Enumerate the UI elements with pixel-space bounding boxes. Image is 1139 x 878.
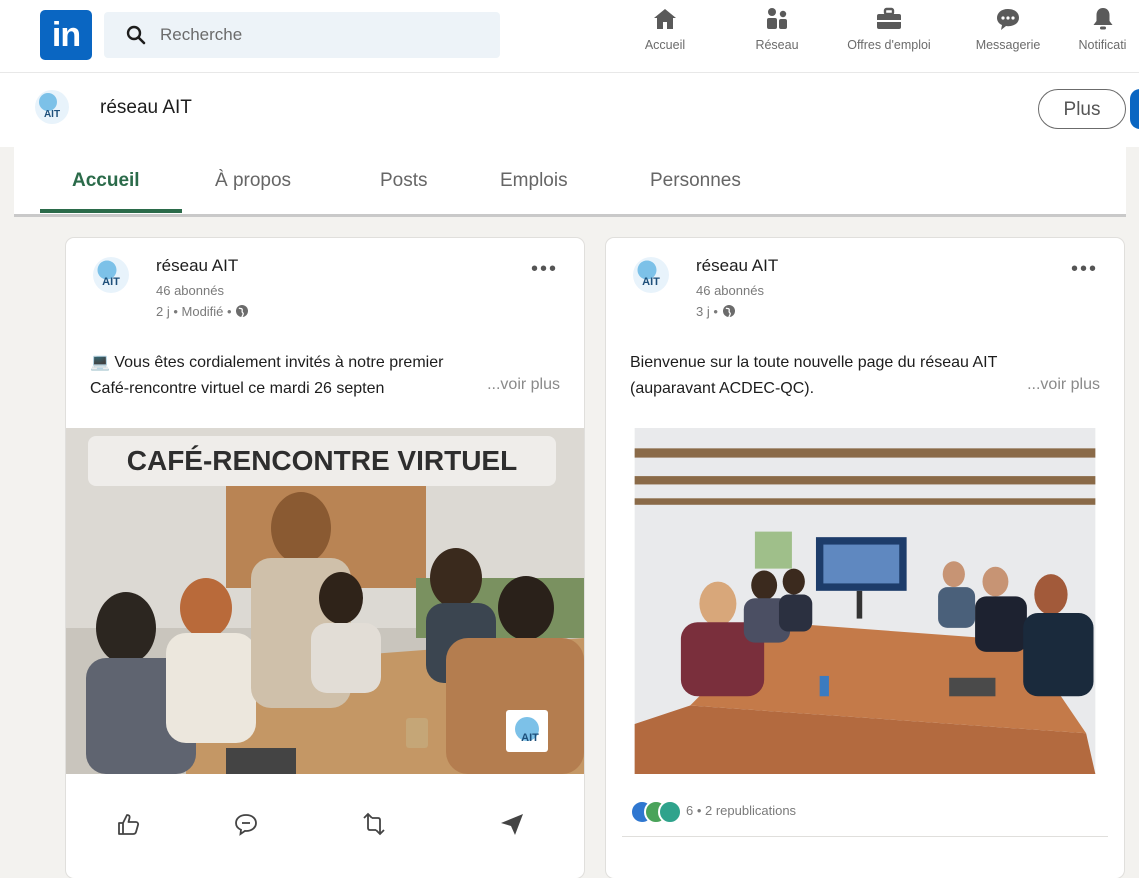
nav-messaging-label: Messagerie bbox=[975, 38, 1041, 52]
globe-icon bbox=[236, 305, 249, 318]
see-more-link[interactable]: ...voir plus bbox=[479, 376, 560, 394]
search-icon bbox=[126, 25, 146, 45]
post-time: 3 j • bbox=[696, 304, 718, 319]
follower-count: 46 abonnés bbox=[156, 283, 224, 298]
author-name[interactable]: réseau AIT bbox=[156, 256, 238, 276]
nav-jobs[interactable]: Offres d'emploi bbox=[830, 6, 948, 66]
support-reaction-icon bbox=[658, 800, 682, 824]
nav-notifications[interactable]: Notificati bbox=[1066, 6, 1139, 66]
nav-home-label: Accueil bbox=[644, 38, 686, 52]
follow-button-edge[interactable] bbox=[1130, 89, 1139, 129]
top-navigation: in Recherche Accueil Réseau Offres d'emp… bbox=[0, 0, 1139, 72]
post-options-button[interactable]: ••• bbox=[531, 258, 558, 281]
company-logo-icon[interactable]: AIT bbox=[34, 89, 70, 125]
nav-home[interactable]: Accueil bbox=[628, 6, 702, 66]
author-name[interactable]: réseau AIT bbox=[696, 256, 778, 276]
post-text-line: Bienvenue sur la toute nouvelle page du … bbox=[630, 354, 998, 371]
post-card: AIT réseau AIT 46 abonnés 3 j • ••• Bien… bbox=[606, 238, 1124, 878]
home-icon bbox=[654, 9, 676, 29]
post-card: AIT réseau AIT 46 abonnés 2 j • Modifié … bbox=[66, 238, 584, 878]
more-button[interactable]: Plus bbox=[1038, 89, 1126, 129]
globe-icon bbox=[722, 305, 735, 318]
active-tab-indicator bbox=[40, 209, 182, 213]
tab-about[interactable]: À propos bbox=[215, 170, 291, 192]
image-logo-text: AIT bbox=[521, 732, 539, 744]
follower-count: 46 abonnés bbox=[696, 283, 764, 298]
divider bbox=[622, 836, 1108, 837]
tab-people[interactable]: Personnes bbox=[650, 170, 741, 192]
linkedin-logo[interactable]: in bbox=[40, 10, 92, 60]
bell-icon bbox=[1093, 8, 1112, 30]
tab-posts[interactable]: Posts bbox=[380, 170, 428, 192]
nav-notifications-label: Notificati bbox=[1078, 38, 1127, 52]
search-bar[interactable]: Recherche bbox=[104, 12, 500, 58]
svg-text:AIT: AIT bbox=[44, 109, 60, 120]
author-avatar[interactable]: AIT bbox=[92, 256, 130, 294]
post-actions bbox=[66, 798, 584, 858]
post-image-meeting[interactable]: AIT CAFÉ-RENCONTRE VIRTUEL bbox=[66, 428, 584, 774]
briefcase-icon bbox=[877, 7, 901, 29]
see-more-link[interactable]: ...voir plus bbox=[1019, 376, 1100, 394]
nav-jobs-label: Offres d'emploi bbox=[847, 38, 931, 52]
image-banner-text: CAFÉ-RENCONTRE VIRTUEL bbox=[127, 445, 517, 476]
reaction-count: 6 • 2 republications bbox=[686, 803, 797, 818]
page-title: réseau AIT bbox=[100, 97, 192, 118]
like-icon[interactable] bbox=[114, 810, 142, 838]
tab-home[interactable]: Accueil bbox=[72, 170, 140, 192]
post-time: 2 j • Modifié • bbox=[156, 304, 232, 319]
post-meta: 2 j • Modifié • bbox=[156, 304, 249, 319]
nav-network-label: Réseau bbox=[755, 38, 799, 52]
messaging-icon bbox=[997, 9, 1019, 30]
page-tabs: Accueil À propos Posts Emplois Personnes bbox=[14, 146, 1126, 217]
search-placeholder: Recherche bbox=[160, 25, 243, 44]
svg-text:AIT: AIT bbox=[102, 276, 120, 288]
tab-jobs[interactable]: Emplois bbox=[500, 170, 568, 192]
network-icon bbox=[767, 8, 787, 29]
nav-messaging[interactable]: Messagerie bbox=[962, 6, 1054, 66]
author-avatar[interactable]: AIT bbox=[632, 256, 670, 294]
repost-icon[interactable] bbox=[360, 810, 388, 838]
nav-network[interactable]: Réseau bbox=[742, 6, 812, 66]
company-header: AIT réseau AIT Plus bbox=[0, 72, 1139, 147]
post-text-line: 💻 Vous êtes cordialement invités à notre… bbox=[90, 354, 444, 371]
send-icon[interactable] bbox=[498, 810, 526, 838]
svg-text:AIT: AIT bbox=[642, 276, 660, 288]
post-options-button[interactable]: ••• bbox=[1071, 258, 1098, 281]
post-image-boardroom[interactable] bbox=[616, 428, 1114, 774]
comment-icon[interactable] bbox=[232, 810, 260, 838]
post-meta: 3 j • bbox=[696, 304, 736, 319]
